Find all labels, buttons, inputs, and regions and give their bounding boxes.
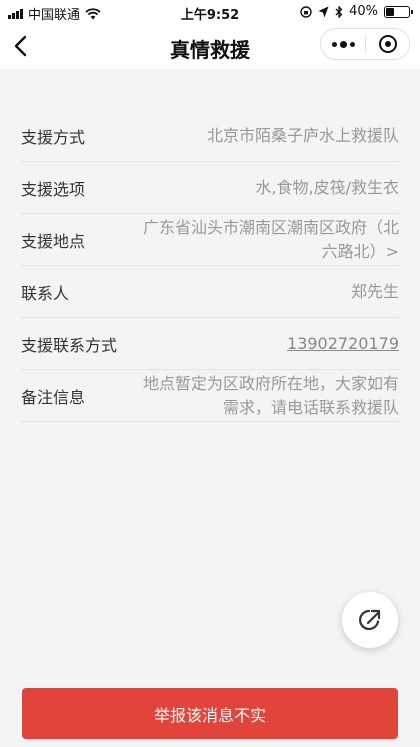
rotation-lock-icon: [300, 5, 312, 18]
status-bar: 中国联通 上午9:52 40%: [0, 0, 420, 24]
battery-fill: [386, 7, 394, 16]
close-button[interactable]: [366, 35, 409, 53]
phone-link[interactable]: 13902720179: [287, 332, 399, 356]
info-row-support-location[interactable]: 支援地点 广东省汕头市潮南区潮南区政府（北六路北）>: [21, 214, 399, 266]
nav-bar: 真情救援: [0, 24, 420, 69]
row-label: 支援地点: [21, 231, 86, 251]
row-value: 郑先生: [350, 281, 399, 301]
row-label: 备注信息: [21, 387, 86, 407]
info-row-remarks: 备注信息 地点暂定为区政府所在地，大家如有需求，请电话联系救援队: [21, 370, 399, 422]
mini-program-capsule: [320, 28, 410, 60]
row-label: 支援方式: [21, 127, 86, 147]
row-value: 北京市陌桑子庐水上救援队: [206, 125, 399, 145]
row-value: 地点暂定为区政府所在地，大家如有需求，请电话联系救援队: [142, 373, 399, 417]
share-arrow-icon: [359, 609, 381, 631]
target-icon: [378, 35, 397, 53]
battery-icon: [384, 5, 413, 18]
info-row-phone: 支援联系方式 13902720179: [21, 318, 399, 370]
info-row-support-method: 支援方式 北京市陌桑子庐水上救援队: [21, 110, 399, 162]
more-icon[interactable]: [321, 29, 365, 59]
row-label: 支援选项: [21, 179, 86, 199]
report-button[interactable]: 举报该消息不实: [22, 688, 398, 739]
location-icon: [318, 6, 329, 17]
row-label: 支援联系方式: [21, 335, 118, 355]
info-row-contact: 联系人 郑先生: [21, 266, 399, 318]
row-label: 联系人: [21, 283, 70, 303]
rescue-info-list: 支援方式 北京市陌桑子庐水上救援队 支援选项 水,食物,皮筏/救生衣 支援地点 …: [21, 110, 399, 422]
row-value: 水,食物,皮筏/救生衣: [255, 177, 399, 197]
bluetooth-icon: [335, 5, 343, 18]
battery-percent: 40%: [349, 4, 378, 19]
info-row-support-options: 支援选项 水,食物,皮筏/救生衣: [21, 162, 399, 214]
status-right: 40%: [300, 4, 413, 19]
location-link[interactable]: 广东省汕头市潮南区潮南区政府（北六路北）>: [139, 216, 399, 264]
share-button[interactable]: [342, 592, 398, 648]
